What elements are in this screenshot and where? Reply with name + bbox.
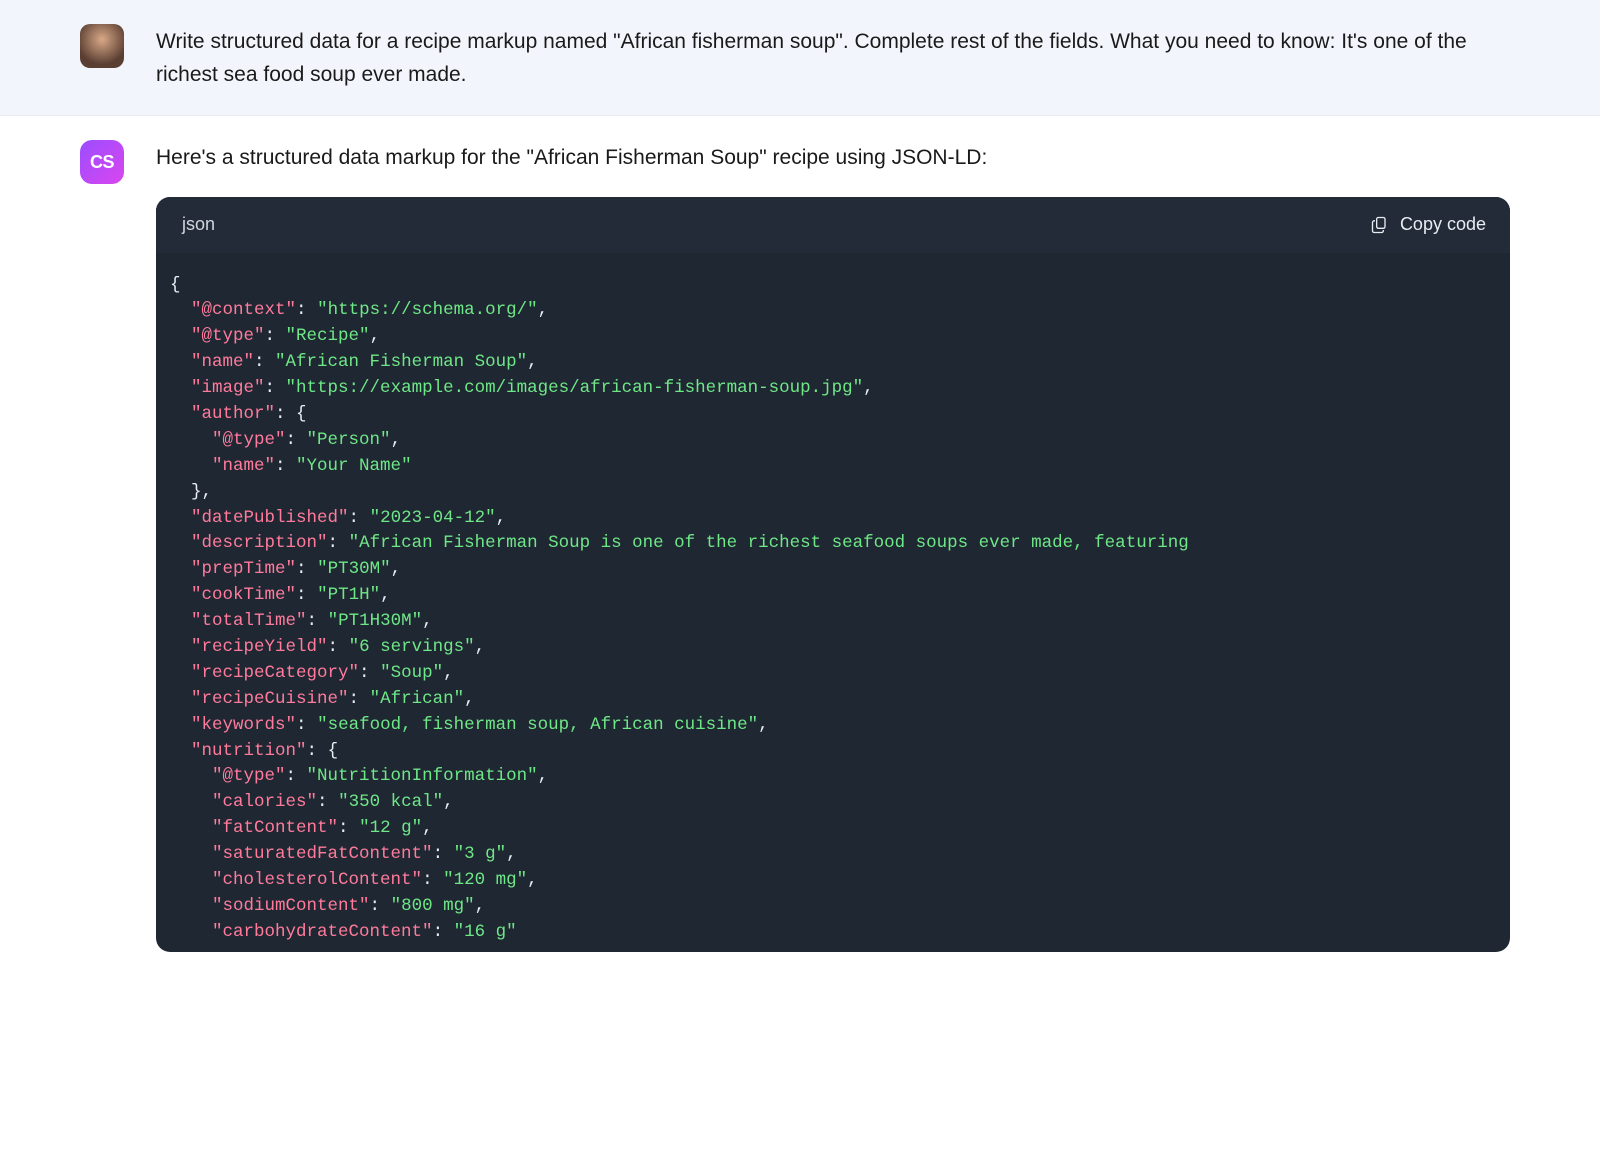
copy-code-label: Copy code: [1400, 214, 1486, 235]
clipboard-icon: [1370, 215, 1390, 235]
user-message-text: Write structured data for a recipe marku…: [156, 24, 1510, 91]
code-block-header: json Copy code: [156, 197, 1510, 253]
assistant-intro-text: Here's a structured data markup for the …: [156, 142, 1510, 175]
assistant-message-content: Here's a structured data markup for the …: [156, 140, 1510, 952]
code-language-label: json: [182, 211, 215, 239]
user-avatar-image: [80, 24, 124, 68]
user-message-row: Write structured data for a recipe marku…: [0, 0, 1600, 116]
conversation: Write structured data for a recipe marku…: [0, 0, 1600, 976]
code-body[interactable]: { "@context": "https://schema.org/", "@t…: [156, 253, 1510, 952]
copy-code-button[interactable]: Copy code: [1370, 214, 1486, 235]
assistant-avatar-label: CS: [90, 152, 114, 173]
code-block: json Copy code { "@context": "https://sc…: [156, 197, 1510, 952]
assistant-message-row: CS Here's a structured data markup for t…: [0, 116, 1600, 976]
user-avatar: [80, 24, 124, 68]
assistant-avatar: CS: [80, 140, 124, 184]
